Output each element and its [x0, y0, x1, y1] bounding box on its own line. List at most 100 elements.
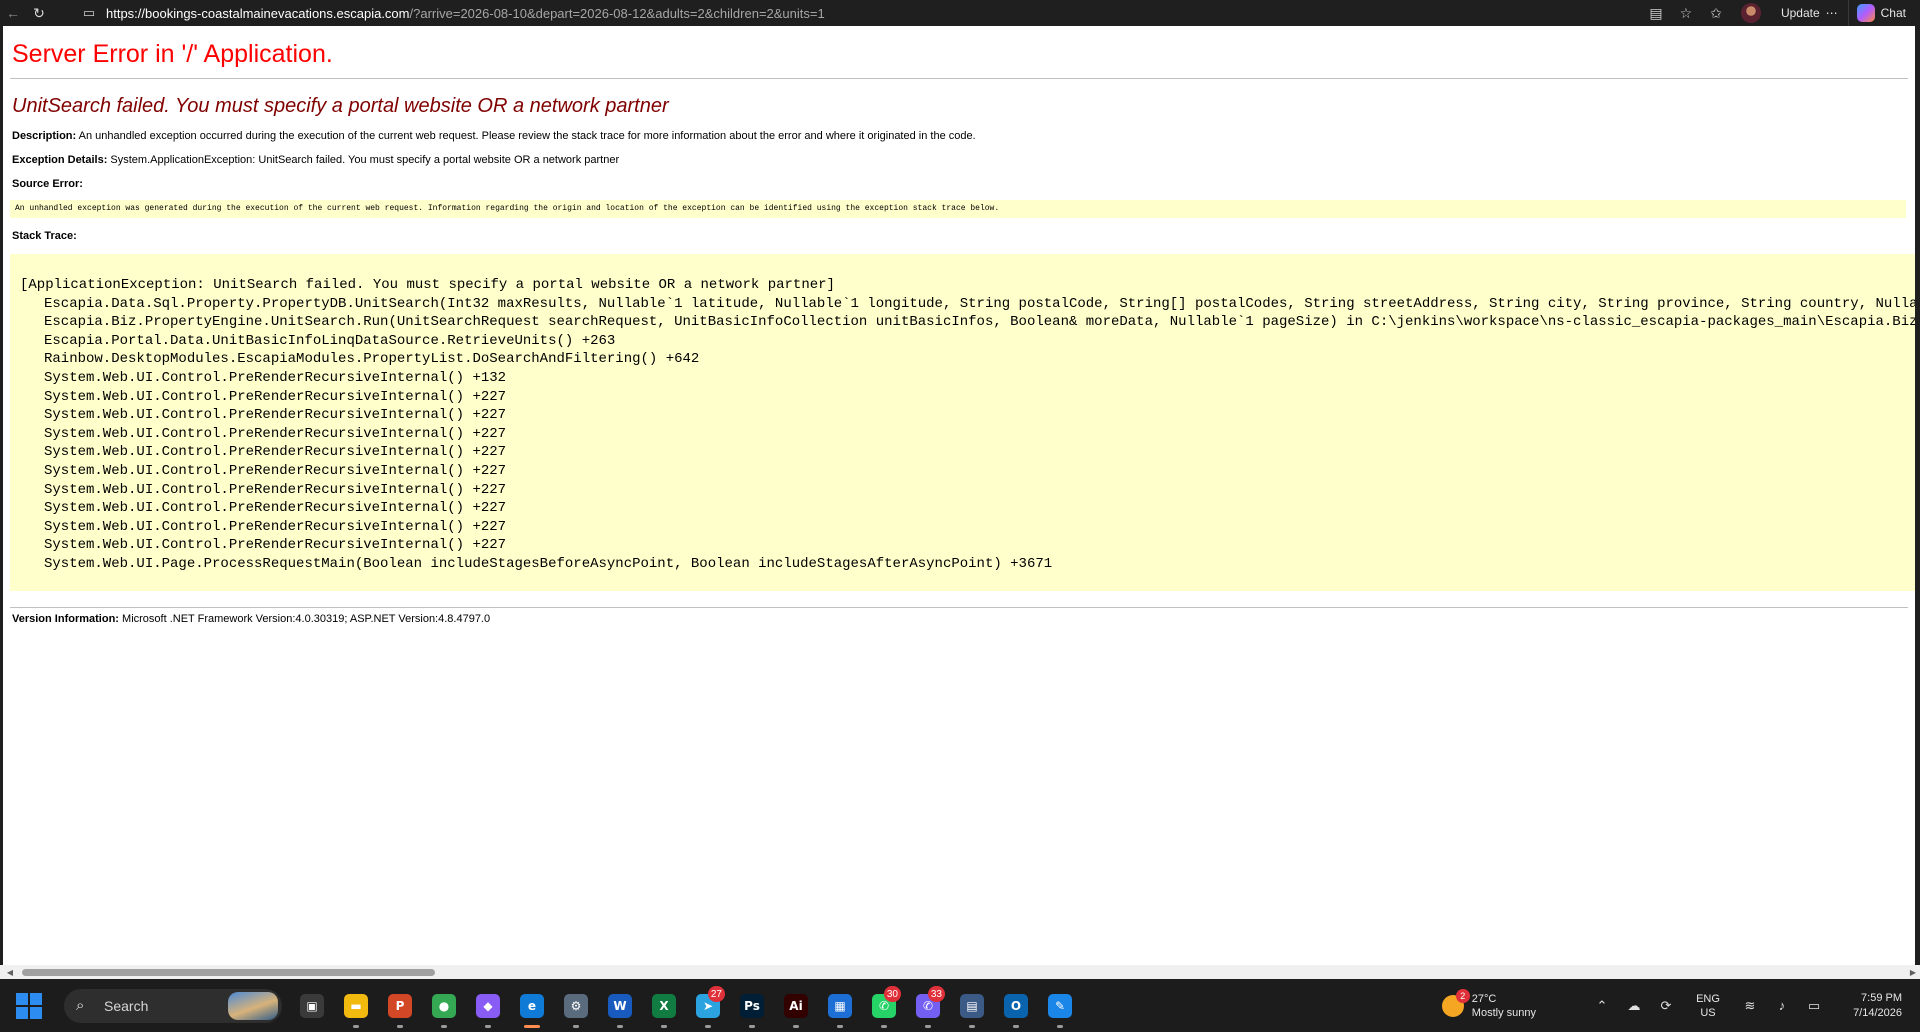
version-info-row: Version Information: Microsoft .NET Fram…: [10, 613, 1908, 625]
volume-icon[interactable]: ♪: [1766, 998, 1798, 1013]
start-button[interactable]: [16, 992, 42, 1019]
scrollbar-thumb[interactable]: [22, 969, 435, 976]
notification-badge: 27: [707, 986, 725, 1002]
description-label: Description:: [12, 130, 77, 142]
error-page: Server Error in '/' Application. UnitSea…: [3, 40, 1915, 625]
system-tray: 2 27°C Mostly sunny ⌃ ☁ ⟳ ENG US ≋ ♪ ▭ 7…: [1441, 979, 1920, 1032]
weather-widget[interactable]: 2 27°C Mostly sunny: [1441, 988, 1536, 1020]
powerpoint-icon: P: [388, 993, 412, 1018]
profile-avatar[interactable]: [1740, 3, 1761, 23]
stack-trace-label: Stack Trace:: [12, 230, 77, 242]
taskbar-app-viber[interactable]: ✆ 33: [906, 979, 950, 1032]
taskbar-app-word[interactable]: W: [598, 979, 642, 1032]
address-bar[interactable]: ▭ https://bookings-coastalmainevacations…: [80, 3, 825, 23]
page-title: Server Error in '/' Application.: [12, 40, 333, 68]
page-viewport: Server Error in '/' Application. UnitSea…: [3, 26, 1915, 965]
taskbar-app-calculator[interactable]: ▤: [950, 979, 994, 1032]
chat-button[interactable]: Chat: [1847, 0, 1920, 26]
excel-icon: X: [652, 993, 676, 1018]
exception-details-row: Exception Details: System.ApplicationExc…: [10, 154, 1908, 166]
notification-badge: 33: [927, 986, 945, 1002]
exception-details-label: Exception Details:: [12, 154, 108, 166]
favorites-icon[interactable]: ✩: [1701, 0, 1731, 26]
weather-description: Mostly sunny: [1471, 1006, 1536, 1019]
search-highlight-image: [228, 991, 278, 1020]
clock[interactable]: 7:59 PM 7/14/2026: [1836, 991, 1920, 1021]
update-button[interactable]: Update ⋯: [1771, 6, 1848, 20]
taskbar-app-illustrator[interactable]: Ai: [774, 979, 818, 1032]
refresh-icon[interactable]: ↻: [26, 0, 52, 26]
taskbar-app-excel[interactable]: X: [642, 979, 686, 1032]
description-text: An unhandled exception occurred during t…: [76, 130, 976, 142]
horizontal-scrollbar[interactable]: ◀ ▶: [0, 965, 1920, 979]
running-indicator: [485, 1025, 491, 1028]
weather-badge: 2: [1455, 988, 1470, 1003]
taskbar-app-photoshop[interactable]: Ps: [730, 979, 774, 1032]
stack-line: System.Web.UI.Control.PreRenderRecursive…: [44, 537, 507, 554]
source-error-box: An unhandled exception was generated dur…: [10, 200, 1906, 218]
stack-trace-box: [ApplicationException: UnitSearch failed…: [10, 254, 1915, 591]
battery-icon[interactable]: ▭: [1798, 998, 1830, 1014]
running-indicator: [617, 1025, 623, 1028]
scroll-right-icon[interactable]: ▶: [1906, 965, 1920, 979]
reading-view-icon[interactable]: ▤: [1641, 0, 1671, 26]
search-label: Search: [104, 997, 149, 1014]
stack-line: System.Web.UI.Control.PreRenderRecursive…: [44, 425, 507, 442]
taskbar-app-edge[interactable]: e: [510, 979, 554, 1032]
running-indicator: [573, 1025, 579, 1028]
taskbar-app-settings[interactable]: ⚙: [554, 979, 598, 1032]
taskbar-app-chrome[interactable]: ●: [422, 979, 466, 1032]
taskbar: ⌕ Search ▣ ▬ P ● ◆ e ⚙ W X ➤ 27 Ps Ai ▦ ✆ 30 ✆ 33 ▤ O ✎ 2 27…: [0, 979, 1920, 1032]
onedrive-icon[interactable]: ☁: [1618, 998, 1650, 1014]
running-indicator: [661, 1025, 667, 1028]
site-info-icon[interactable]: ▭: [80, 5, 98, 21]
stack-line: Escapia.Data.Sql.Property.PropertyDB.Uni…: [44, 295, 1915, 312]
copilot-icon: [1856, 4, 1875, 22]
settings-icon: ⚙: [564, 993, 588, 1018]
taskbar-app-file-explorer[interactable]: ▬: [334, 979, 378, 1032]
sync-icon[interactable]: ⟳: [1650, 998, 1682, 1014]
back-icon[interactable]: ←: [0, 0, 26, 26]
chrome-icon: ●: [432, 993, 456, 1018]
version-divider: [10, 607, 1908, 608]
taskbar-app-outlook[interactable]: O: [994, 979, 1038, 1032]
update-label: Update: [1780, 6, 1820, 20]
browser-toolbar: ← ↻ ▭ https://bookings-coastalmainevacat…: [0, 0, 1920, 26]
running-indicator: [969, 1025, 975, 1028]
stack-line: System.Web.UI.Control.PreRenderRecursive…: [44, 444, 507, 461]
language-indicator[interactable]: ENG US: [1686, 992, 1730, 1020]
url-host: https://bookings-coastalmainevacations.e…: [106, 5, 410, 21]
running-indicator: [1057, 1025, 1063, 1028]
url-query: /?arrive=2026-08-10&depart=2026-08-12&ad…: [409, 5, 825, 21]
stack-line: System.Web.UI.Page.ProcessRequestMain(Bo…: [44, 555, 1053, 572]
pinned-apps: ▣ ▬ P ● ◆ e ⚙ W X ➤ 27 Ps Ai ▦ ✆ 30 ✆ 33 ▤ O ✎: [290, 979, 1082, 1032]
clock-time: 7:59 PM: [1861, 991, 1902, 1004]
copilot-icon: ◆: [476, 993, 500, 1018]
more-icon: ⋯: [1825, 6, 1838, 20]
favorite-star-icon[interactable]: ☆: [1671, 0, 1701, 26]
taskbar-app-copilot[interactable]: ◆: [466, 979, 510, 1032]
paint-icon: ✎: [1048, 993, 1072, 1018]
taskbar-app-task-view[interactable]: ▣: [290, 979, 334, 1032]
running-indicator: [837, 1025, 843, 1028]
illustrator-icon: Ai: [784, 993, 808, 1018]
title-divider: [10, 78, 1908, 79]
wifi-icon[interactable]: ≋: [1734, 998, 1766, 1014]
exception-details-text: System.ApplicationException: UnitSearch …: [107, 154, 620, 166]
running-indicator: [705, 1025, 711, 1028]
taskbar-search[interactable]: ⌕ Search: [64, 988, 282, 1023]
photoshop-icon: Ps: [740, 993, 764, 1018]
taskbar-app-telegram[interactable]: ➤ 27: [686, 979, 730, 1032]
taskbar-app-paint[interactable]: ✎: [1038, 979, 1082, 1032]
stack-line: System.Web.UI.Control.PreRenderRecursive…: [44, 481, 507, 498]
stack-line: Escapia.Portal.Data.UnitBasicInfoLinqDat…: [44, 332, 616, 349]
stack-line: Rainbow.DesktopModules.EscapiaModules.Pr…: [44, 351, 700, 368]
stack-line: System.Web.UI.Control.PreRenderRecursive…: [44, 369, 507, 386]
taskbar-app-powerpoint[interactable]: P: [378, 979, 422, 1032]
taskbar-app-store[interactable]: ▦: [818, 979, 862, 1032]
stack-line: System.Web.UI.Control.PreRenderRecursive…: [44, 500, 507, 517]
taskbar-app-whatsapp[interactable]: ✆ 30: [862, 979, 906, 1032]
keyboard-region: US: [1700, 1006, 1716, 1019]
scroll-left-icon[interactable]: ◀: [3, 965, 17, 979]
chevron-up-icon[interactable]: ⌃: [1586, 998, 1618, 1014]
